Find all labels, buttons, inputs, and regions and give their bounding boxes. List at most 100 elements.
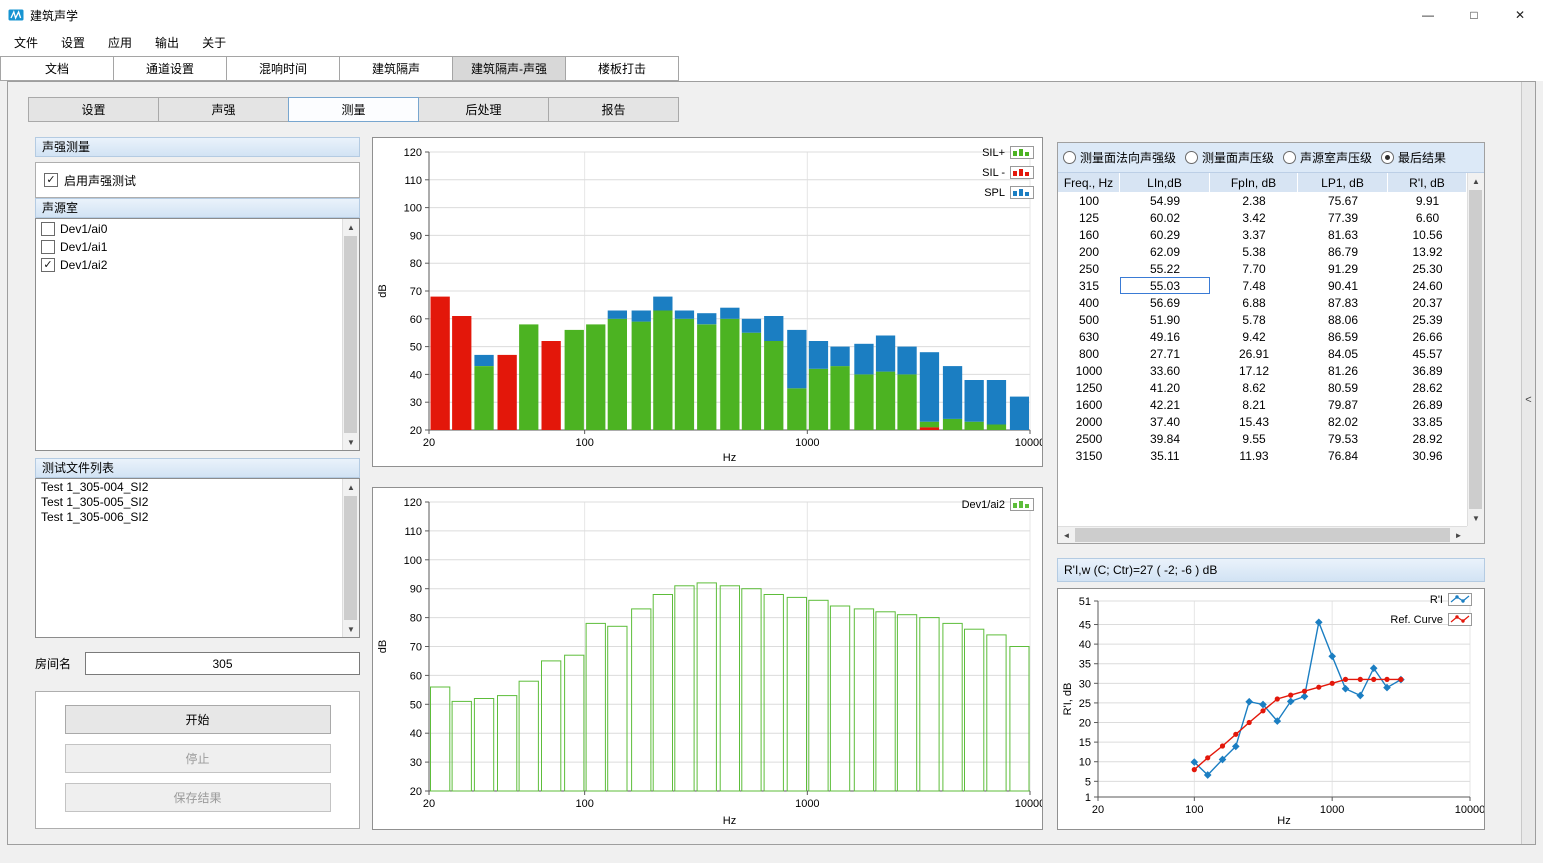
scroll-up-icon[interactable]: ▲: [343, 219, 359, 235]
table-row-2[interactable]: 16060.293.3781.6310.56: [1058, 226, 1467, 243]
menu-item-4[interactable]: 关于: [192, 31, 236, 54]
table-cell[interactable]: 8.21: [1210, 396, 1298, 413]
enable-si-checkbox[interactable]: ✓: [44, 173, 58, 187]
main-tab-4[interactable]: 建筑隔声-声强: [452, 56, 566, 81]
file-item-2[interactable]: Test 1_305-006_SI2: [37, 510, 341, 525]
table-cell[interactable]: 81.26: [1298, 362, 1388, 379]
legend-entry-SPL[interactable]: SPL: [982, 186, 1034, 199]
table-cell[interactable]: 37.40: [1120, 413, 1210, 430]
table-cell[interactable]: 27.71: [1120, 345, 1210, 362]
file-item-1[interactable]: Test 1_305-005_SI2: [37, 495, 341, 510]
table-cell[interactable]: 1250: [1058, 379, 1120, 396]
save-result-button[interactable]: 保存结果: [65, 783, 331, 812]
maximize-button[interactable]: □: [1451, 0, 1497, 30]
sound-intensity-chart[interactable]: 203040506070809010011012020100100010000H…: [373, 138, 1042, 466]
table-cell[interactable]: 160: [1058, 226, 1120, 243]
table-cell[interactable]: 55.03: [1120, 277, 1210, 294]
table-cell[interactable]: 6.88: [1210, 294, 1298, 311]
start-button[interactable]: 开始: [65, 705, 331, 734]
main-tab-1[interactable]: 通道设置: [113, 56, 227, 81]
legend-entry-SIL -[interactable]: SIL -: [982, 166, 1034, 179]
main-tab-2[interactable]: 混响时间: [226, 56, 340, 81]
subtab-1[interactable]: 声强: [158, 97, 289, 122]
table-cell[interactable]: 51.90: [1120, 311, 1210, 328]
radio-option-2[interactable]: 声源室声压级: [1283, 149, 1372, 166]
file-item-0[interactable]: Test 1_305-004_SI2: [37, 480, 341, 495]
table-cell[interactable]: 400: [1058, 294, 1120, 311]
table-cell[interactable]: 11.93: [1210, 447, 1298, 464]
table-row-8[interactable]: 63049.169.4286.5926.66: [1058, 328, 1467, 345]
table-cell[interactable]: 49.16: [1120, 328, 1210, 345]
table-cell[interactable]: 200: [1058, 243, 1120, 260]
table-cell[interactable]: 1600: [1058, 396, 1120, 413]
legend-entry-SIL+[interactable]: SIL+: [982, 146, 1034, 159]
spl-chart[interactable]: 203040506070809010011012020100100010000H…: [373, 488, 1042, 829]
table-cell[interactable]: 3150: [1058, 447, 1120, 464]
radio-option-1[interactable]: 测量面声压级: [1185, 149, 1274, 166]
channel-checkbox-icon[interactable]: [41, 222, 55, 236]
table-row-1[interactable]: 12560.023.4277.396.60: [1058, 209, 1467, 226]
table-cell[interactable]: 9.42: [1210, 328, 1298, 345]
table-cell[interactable]: 2.38: [1210, 192, 1298, 209]
table-cell[interactable]: 55.22: [1120, 260, 1210, 277]
table-cell[interactable]: 42.21: [1120, 396, 1210, 413]
table-cell[interactable]: 5.38: [1210, 243, 1298, 260]
table-cell[interactable]: 28.92: [1388, 430, 1467, 447]
table-cell[interactable]: 10.56: [1388, 226, 1467, 243]
table-cell[interactable]: 26.89: [1388, 396, 1467, 413]
table-cell[interactable]: 25.30: [1388, 260, 1467, 277]
table-row-15[interactable]: 315035.1111.9376.8430.96: [1058, 447, 1467, 464]
table-cell[interactable]: 15.43: [1210, 413, 1298, 430]
main-tab-0[interactable]: 文档: [0, 56, 114, 81]
table-cell[interactable]: 82.02: [1298, 413, 1388, 430]
scroll-left-icon[interactable]: ◄: [1058, 527, 1075, 543]
legend-entry-Dev1/ai2[interactable]: Dev1/ai2: [962, 498, 1034, 511]
table-row-9[interactable]: 80027.7126.9184.0545.57: [1058, 345, 1467, 362]
table-cell[interactable]: 77.39: [1298, 209, 1388, 226]
scroll-thumb[interactable]: [344, 496, 357, 620]
menu-item-0[interactable]: 文件: [4, 31, 48, 54]
table-cell[interactable]: 36.89: [1388, 362, 1467, 379]
main-tab-3[interactable]: 建筑隔声: [339, 56, 453, 81]
table-cell[interactable]: 86.59: [1298, 328, 1388, 345]
table-cell[interactable]: 88.06: [1298, 311, 1388, 328]
table-cell[interactable]: 500: [1058, 311, 1120, 328]
scroll-thumb[interactable]: [1469, 190, 1482, 509]
subtab-3[interactable]: 后处理: [418, 97, 549, 122]
table-cell[interactable]: 28.62: [1388, 379, 1467, 396]
table-cell[interactable]: 75.67: [1298, 192, 1388, 209]
table-cell[interactable]: 26.91: [1210, 345, 1298, 362]
table-cell[interactable]: 81.63: [1298, 226, 1388, 243]
table-cell[interactable]: 79.87: [1298, 396, 1388, 413]
table-vscrollbar[interactable]: ▲ ▼: [1467, 173, 1484, 526]
table-row-6[interactable]: 40056.696.8887.8320.37: [1058, 294, 1467, 311]
minimize-button[interactable]: —: [1405, 0, 1451, 30]
table-cell[interactable]: 125: [1058, 209, 1120, 226]
table-cell[interactable]: 2000: [1058, 413, 1120, 430]
table-cell[interactable]: 100: [1058, 192, 1120, 209]
table-cell[interactable]: 86.79: [1298, 243, 1388, 260]
stop-button[interactable]: 停止: [65, 744, 331, 773]
table-cell[interactable]: 250: [1058, 260, 1120, 277]
table-cell[interactable]: 79.53: [1298, 430, 1388, 447]
table-row-12[interactable]: 160042.218.2179.8726.89: [1058, 396, 1467, 413]
menu-item-3[interactable]: 输出: [145, 31, 189, 54]
table-row-11[interactable]: 125041.208.6280.5928.62: [1058, 379, 1467, 396]
table-cell[interactable]: 76.84: [1298, 447, 1388, 464]
table-cell[interactable]: 6.60: [1388, 209, 1467, 226]
table-row-3[interactable]: 20062.095.3886.7913.92: [1058, 243, 1467, 260]
table-cell[interactable]: 5.78: [1210, 311, 1298, 328]
subtab-4[interactable]: 报告: [548, 97, 679, 122]
table-cell[interactable]: 7.48: [1210, 277, 1298, 294]
table-cell[interactable]: 8.62: [1210, 379, 1298, 396]
channel-checkbox-icon[interactable]: ✓: [41, 258, 55, 272]
table-cell[interactable]: 800: [1058, 345, 1120, 362]
legend-entry-Ref. Curve[interactable]: Ref. Curve: [1390, 613, 1472, 626]
subtab-0[interactable]: 设置: [28, 97, 159, 122]
table-cell[interactable]: 56.69: [1120, 294, 1210, 311]
table-row-4[interactable]: 25055.227.7091.2925.30: [1058, 260, 1467, 277]
table-cell[interactable]: 33.60: [1120, 362, 1210, 379]
scroll-down-icon[interactable]: ▼: [1468, 510, 1484, 526]
table-cell[interactable]: 315: [1058, 277, 1120, 294]
table-row-13[interactable]: 200037.4015.4382.0233.85: [1058, 413, 1467, 430]
